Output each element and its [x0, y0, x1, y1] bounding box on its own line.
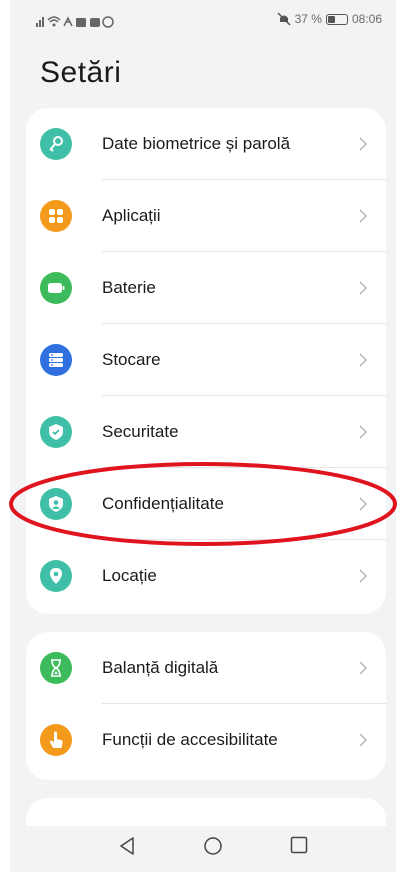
settings-item-accessibility[interactable]: Funcții de accesibilitate	[26, 704, 386, 776]
status-icons-left	[36, 14, 116, 28]
settings-item-label: Confidențialitate	[102, 494, 224, 513]
clock: 08:06	[351, 12, 382, 26]
settings-group-1: Date biometrice și parolă Aplicații Bate…	[26, 108, 386, 614]
status-bar: 37 % 08:06	[10, 8, 396, 36]
chevron-right-icon	[359, 661, 368, 675]
chevron-right-icon	[359, 137, 368, 151]
battery-icon	[325, 13, 348, 25]
battery-fill	[327, 15, 335, 23]
settings-item-label: Stocare	[102, 350, 161, 369]
hourglass-icon	[40, 652, 72, 684]
mute-bell-icon	[277, 12, 291, 26]
chevron-right-icon	[359, 497, 368, 511]
settings-item-label: Funcții de accesibilitate	[102, 730, 278, 749]
battery-percent: 37 %	[294, 12, 322, 26]
settings-item-apps[interactable]: Aplicații	[26, 180, 386, 252]
settings-item-battery[interactable]: Baterie	[26, 252, 386, 324]
hand-icon	[40, 724, 72, 756]
status-icons-right: 37 % 08:06	[277, 12, 382, 26]
apps-grid-icon	[40, 200, 72, 232]
page-title: Setări	[40, 56, 122, 89]
privacy-icon	[40, 488, 72, 520]
battery-icon	[40, 272, 72, 304]
storage-icon	[40, 344, 72, 376]
settings-item-security[interactable]: Securitate	[26, 396, 386, 468]
settings-item-label: Date biometrice și parolă	[102, 134, 291, 153]
settings-item-privacy[interactable]: Confidențialitate	[26, 468, 386, 540]
home-icon[interactable]	[203, 836, 223, 856]
settings-item-label: Aplicații	[102, 206, 161, 225]
settings-item-location[interactable]: Locație	[26, 540, 386, 612]
chevron-right-icon	[359, 569, 368, 583]
signal-wifi-notification-icons	[36, 16, 114, 28]
chevron-right-icon	[359, 353, 368, 367]
settings-screen: 37 % 08:06 Setări Date biometrice și par…	[10, 0, 396, 872]
settings-item-label: Baterie	[102, 278, 156, 297]
recents-icon[interactable]	[290, 836, 308, 854]
chevron-right-icon	[359, 733, 368, 747]
chevron-right-icon	[359, 281, 368, 295]
settings-item-label: Locație	[102, 566, 157, 585]
key-icon	[40, 128, 72, 160]
chevron-right-icon	[359, 209, 368, 223]
settings-group-2: Balanță digitală Funcții de accesibilita…	[26, 632, 386, 780]
settings-item-biometrics[interactable]: Date biometrice și parolă	[26, 108, 386, 180]
shield-icon	[40, 416, 72, 448]
location-pin-icon	[40, 560, 72, 592]
settings-item-label: Balanță digitală	[102, 658, 219, 677]
settings-item-label: Securitate	[102, 422, 179, 441]
chevron-right-icon	[359, 425, 368, 439]
settings-item-storage[interactable]: Stocare	[26, 324, 386, 396]
back-icon[interactable]	[118, 836, 136, 856]
settings-item-digital-balance[interactable]: Balanță digitală	[26, 632, 386, 704]
navigation-bar	[10, 826, 396, 872]
